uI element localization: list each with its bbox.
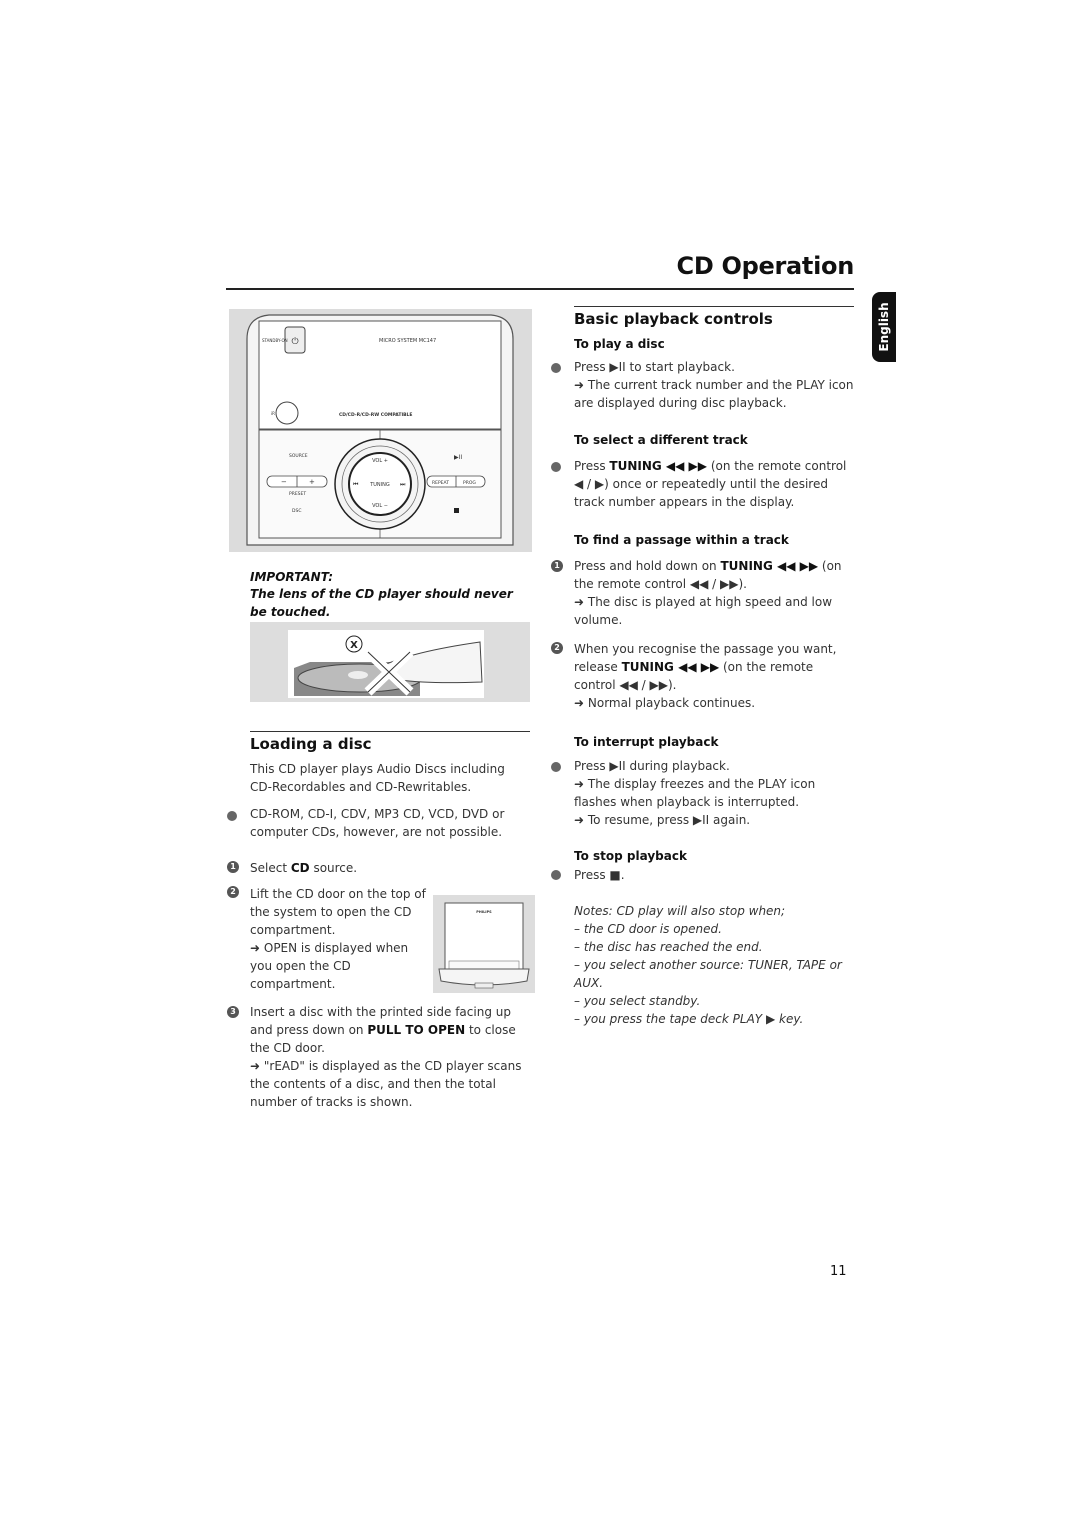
lens-warning-drawing: X bbox=[250, 622, 530, 702]
note-line: – you press the tape deck PLAY ▶ key. bbox=[574, 1012, 804, 1026]
bullet-icon bbox=[227, 811, 237, 821]
step-2-text: Lift the CD door on the top of the syste… bbox=[250, 887, 426, 937]
find-step-2-text: When you recognise the passage you want,… bbox=[574, 640, 856, 694]
vol-minus-label: VOL − bbox=[372, 503, 388, 509]
dsc-label: DSC bbox=[292, 508, 301, 514]
step-3-text: Insert a disc with the printed side faci… bbox=[250, 1003, 532, 1057]
step-3-arrow: ➜ "rEAD" is displayed as the CD player s… bbox=[250, 1059, 522, 1109]
page-title: CD Operation bbox=[676, 252, 855, 280]
preset-plus: + bbox=[309, 478, 315, 486]
lens-warning-figure: X bbox=[250, 622, 530, 702]
loading-step-1: Select CD source. bbox=[250, 859, 357, 877]
select-heading: To select a different track bbox=[574, 433, 748, 447]
step-3-icon: 3 bbox=[227, 1006, 239, 1018]
find-1-pre: Press and hold down on bbox=[574, 559, 721, 573]
interrupt-line: Press ▶II during playback. bbox=[574, 759, 730, 773]
interrupt-heading: To interrupt playback bbox=[574, 735, 719, 749]
device-front-figure: ⏻ STANDBY-ON MICRO SYSTEM MC147 iR CD/CD… bbox=[229, 309, 532, 552]
power-icon: ⏻ bbox=[291, 336, 298, 347]
next-icon: ⏭ bbox=[400, 481, 406, 488]
cd-door-drawing: PHILIPS bbox=[433, 895, 535, 993]
step-2-arrow: ➜ OPEN is displayed when you open the CD… bbox=[250, 941, 409, 991]
prog-label: PROG bbox=[463, 480, 476, 486]
preset-label: PRESET bbox=[289, 491, 306, 497]
page-number: 11 bbox=[830, 1264, 847, 1279]
play-text: Press ▶II to start playback. ➜ The curre… bbox=[574, 358, 856, 412]
find-step-2: When you recognise the passage you want,… bbox=[574, 640, 856, 712]
step-1-bold: CD bbox=[290, 861, 310, 875]
door-brand-label: PHILIPS bbox=[476, 910, 492, 914]
important-text: The lens of the CD player should never b… bbox=[250, 587, 513, 619]
play-line: Press ▶II to start playback. bbox=[574, 360, 735, 374]
important-label: IMPORTANT: bbox=[250, 570, 334, 584]
find-step-2-icon: 2 bbox=[551, 642, 563, 654]
source-label: SOURCE bbox=[289, 453, 308, 459]
loading-step-3: Insert a disc with the printed side faci… bbox=[250, 1003, 532, 1111]
x-marker: X bbox=[350, 640, 358, 651]
find-1-arrow: ➜ The disc is played at high speed and l… bbox=[574, 595, 833, 627]
language-tab: English bbox=[872, 292, 896, 362]
select-bold: TUNING ◀◀ ▶▶ bbox=[609, 459, 708, 473]
notes: Notes: CD play will also stop when; – th… bbox=[574, 902, 864, 1028]
basic-rule bbox=[574, 306, 854, 307]
note-line: – the disc has reached the end. bbox=[574, 940, 763, 954]
stop-heading: To stop playback bbox=[574, 849, 687, 863]
select-pre: Press bbox=[574, 459, 610, 473]
language-label: English bbox=[877, 302, 891, 352]
find-2-arrow: ➜ Normal playback continues. bbox=[574, 696, 756, 710]
note-line: – you select another source: TUNER, TAPE… bbox=[574, 958, 842, 990]
interrupt-text: Press ▶II during playback. ➜ The display… bbox=[574, 757, 856, 829]
compat-label: CD/CD-R/CD-RW COMPATIBLE bbox=[339, 412, 413, 418]
device-front-drawing: ⏻ STANDBY-ON MICRO SYSTEM MC147 iR CD/CD… bbox=[229, 309, 532, 552]
interrupt-arrow-1: ➜ The display freezes and the PLAY icon … bbox=[574, 777, 816, 809]
tuning-label: TUNING bbox=[369, 482, 390, 488]
step-1-post: source. bbox=[309, 861, 358, 875]
bullet-icon bbox=[551, 363, 561, 373]
step-1-icon: 1 bbox=[227, 861, 239, 873]
find-step-1: Press and hold down on TUNING ◀◀ ▶▶ (on … bbox=[574, 557, 856, 629]
note-line: Notes: CD play will also stop when; bbox=[574, 904, 786, 918]
step-1-pre: Select bbox=[250, 861, 291, 875]
loading-heading: Loading a disc bbox=[250, 735, 372, 753]
loading-intro: This CD player plays Audio Discs includi… bbox=[250, 762, 505, 794]
cd-door-figure: PHILIPS bbox=[433, 895, 535, 993]
stop-icon bbox=[454, 508, 459, 513]
preset-minus: − bbox=[281, 478, 287, 486]
loading-rule bbox=[250, 731, 530, 732]
select-text: Press TUNING ◀◀ ▶▶ (on the remote contro… bbox=[574, 457, 856, 511]
loading-step-2: Lift the CD door on the top of the syste… bbox=[250, 885, 430, 993]
interrupt-arrow-2: ➜ To resume, press ▶II again. bbox=[574, 813, 751, 827]
stop-line: Press ■. bbox=[574, 868, 625, 882]
prev-icon: ⏮ bbox=[353, 481, 359, 488]
step-3-bold: PULL TO OPEN bbox=[367, 1023, 466, 1037]
note-line: – the CD door is opened. bbox=[574, 922, 722, 936]
play-heading: To play a disc bbox=[574, 337, 665, 351]
ir-label: iR bbox=[271, 411, 275, 416]
step-2-icon: 2 bbox=[227, 886, 239, 898]
play-arrow: ➜ The current track number and the PLAY … bbox=[574, 378, 854, 410]
basic-heading: Basic playback controls bbox=[574, 310, 773, 328]
note-line: – you select standby. bbox=[574, 994, 701, 1008]
loading-bullet: CD-ROM, CD-I, CDV, MP3 CD, VCD, DVD or c… bbox=[250, 807, 505, 839]
vol-plus-label: VOL + bbox=[372, 458, 388, 464]
bullet-icon bbox=[551, 762, 561, 772]
repeat-label: REPEAT bbox=[432, 480, 449, 486]
bullet-icon bbox=[551, 870, 561, 880]
model-label: MICRO SYSTEM MC147 bbox=[379, 338, 436, 344]
find-heading: To find a passage within a track bbox=[574, 533, 789, 547]
find-2-bold: TUNING ◀◀ ▶▶ bbox=[621, 660, 720, 674]
header-rule bbox=[226, 288, 854, 290]
standby-label: STANDBY-ON bbox=[262, 338, 288, 343]
bullet-icon bbox=[551, 462, 561, 472]
find-step-1-text: Press and hold down on TUNING ◀◀ ▶▶ (on … bbox=[574, 557, 856, 593]
find-step-1-icon: 1 bbox=[551, 560, 563, 572]
play-pause-icon: ▶II bbox=[454, 454, 462, 461]
find-1-bold: TUNING ◀◀ ▶▶ bbox=[720, 559, 819, 573]
